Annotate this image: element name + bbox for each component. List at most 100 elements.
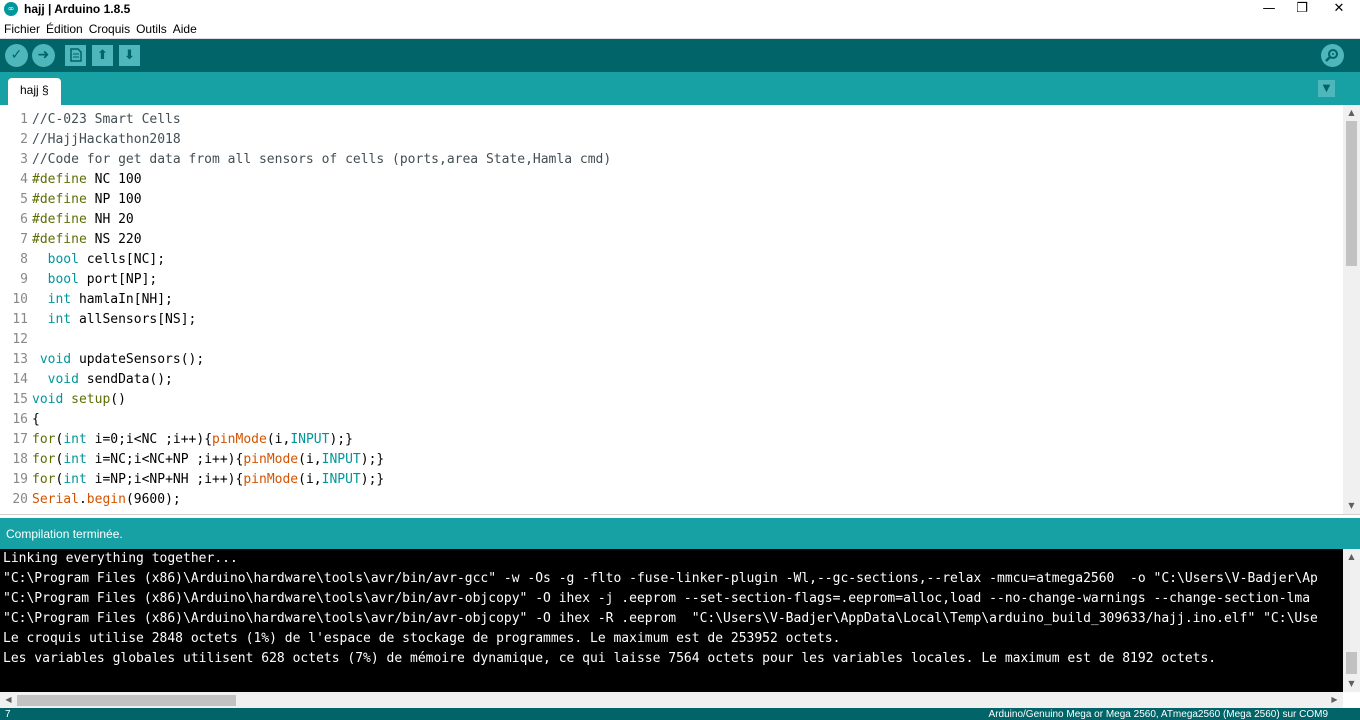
window-title: hajj | Arduino 1.8.5 — [24, 2, 131, 16]
line-number: 3 — [20, 152, 28, 167]
console-lines: Linking everything together... "C:\Progra… — [3, 549, 1341, 669]
code-token: #define — [32, 172, 87, 187]
code-token: updateSensors(); — [71, 352, 205, 367]
line-number: 18 — [12, 452, 28, 467]
code-token: INPUT — [321, 472, 361, 487]
new-sketch-button[interactable] — [65, 45, 86, 66]
code-token: pinMode — [243, 452, 299, 467]
console-scroll-thumb[interactable] — [1346, 652, 1357, 674]
code-line[interactable]: bool port[NP]; — [32, 270, 611, 290]
line-number: 16 — [12, 412, 28, 427]
console-horizontal-scrollbar[interactable]: ◀ ▶ — [0, 692, 1343, 708]
scroll-right-icon[interactable]: ▶ — [1326, 692, 1343, 708]
code-token: );} — [329, 432, 353, 447]
line-number: 13 — [12, 352, 28, 367]
code-token: () — [110, 392, 126, 407]
code-line[interactable]: for(int i=NC;i<NC+NP ;i++){pinMode(i,INP… — [32, 450, 611, 470]
code-line[interactable]: #define NS 220 — [32, 230, 611, 250]
code-token: void — [32, 392, 64, 407]
console-vertical-scrollbar[interactable]: ▲ ▼ — [1343, 549, 1360, 692]
serial-monitor-button[interactable] — [1321, 44, 1344, 67]
code-token: int — [47, 312, 72, 327]
status-bar: Compilation terminée. — [0, 518, 1360, 549]
console-line: Linking everything together... — [3, 551, 238, 566]
scroll-down-icon[interactable]: ▼ — [1343, 498, 1360, 514]
editor-vertical-scrollbar[interactable]: ▲ ▼ — [1343, 105, 1360, 514]
open-icon: ⬆ — [97, 48, 108, 63]
menu-edition[interactable]: Édition — [43, 20, 86, 38]
code-token: i=NC;i<NC+NP ;i++){ — [86, 452, 244, 467]
code-editor[interactable]: 1 2 3 4 5 6 7 8 9 10 11 12 13 14 15 16 17 18 19 20 //C-023 … — [0, 105, 1360, 514]
scroll-up-icon[interactable]: ▲ — [1343, 105, 1360, 121]
close-button[interactable]: ✕ — [1316, 0, 1360, 20]
code-token: NC 100 — [86, 172, 142, 187]
code-token: Serial — [32, 492, 79, 507]
code-line[interactable]: #define NH 20 — [32, 210, 611, 230]
code-line[interactable]: bool cells[NC]; — [32, 250, 611, 270]
scroll-down-icon[interactable]: ▼ — [1343, 676, 1360, 692]
code-line[interactable]: //HajjHackathon2018 — [32, 130, 611, 150]
code-token: cells[NC]; — [78, 252, 166, 267]
console-output: Linking everything together... "C:\Progra… — [0, 549, 1360, 692]
code-line[interactable]: int allSensors[NS]; — [32, 310, 611, 330]
footer-bar: 7 Arduino/Genuino Mega or Mega 2560, ATm… — [0, 708, 1360, 720]
menu-croquis[interactable]: Croquis — [86, 20, 133, 38]
code-line[interactable]: int hamlaIn[NH]; — [32, 290, 611, 310]
code-token: bool — [47, 272, 79, 287]
menu-bar: Fichier Édition Croquis Outils Aide — [0, 20, 1360, 39]
line-number: 7 — [20, 232, 28, 247]
code-token: NS 220 — [86, 232, 142, 247]
verify-button[interactable]: ✓ — [5, 44, 28, 67]
cursor-line-number: 7 — [5, 709, 11, 720]
code-token: //C-023 Smart Cells — [32, 112, 181, 127]
code-line[interactable]: for(int i=NP;i<NP+NH ;i++){pinMode(i,INP… — [32, 470, 611, 490]
code-line[interactable]: void sendData(); — [32, 370, 611, 390]
code-line[interactable]: for(int i=0;i<NC ;i++){pinMode(i,INPUT);… — [32, 430, 611, 450]
save-sketch-button[interactable]: ⬇ — [119, 45, 140, 66]
code-token: { — [32, 412, 40, 427]
line-number: 10 — [12, 292, 28, 307]
code-token: for — [32, 452, 56, 467]
code-line[interactable]: Serial.begin(9600); — [32, 490, 611, 510]
save-icon: ⬇ — [124, 48, 135, 63]
open-sketch-button[interactable]: ⬆ — [92, 45, 113, 66]
tab-menu-button[interactable]: ▼ — [1318, 80, 1335, 97]
code-token: int — [47, 292, 72, 307]
menu-fichier[interactable]: Fichier — [0, 20, 43, 38]
line-number: 19 — [12, 472, 28, 487]
code-token: int — [63, 432, 87, 447]
code-line[interactable]: void setup() — [32, 390, 611, 410]
code-token: (9600); — [125, 492, 181, 507]
code-line[interactable]: //Code for get data from all sensors of … — [32, 150, 611, 170]
upload-button[interactable]: ➜ — [32, 44, 55, 67]
editor-scroll-thumb[interactable] — [1346, 121, 1357, 266]
scroll-left-icon[interactable]: ◀ — [0, 692, 17, 708]
line-number: 17 — [12, 432, 28, 447]
code-line[interactable]: { — [32, 410, 611, 430]
menu-outils[interactable]: Outils — [133, 20, 170, 38]
tab-hajj[interactable]: hajj § — [8, 78, 61, 105]
new-icon — [69, 48, 82, 62]
line-number: 4 — [20, 172, 28, 187]
console-line: Les variables globales utilisent 628 oct… — [3, 651, 1217, 666]
code-line[interactable]: #define NC 100 — [32, 170, 611, 190]
code-token: (i, — [266, 432, 291, 447]
serial-monitor-icon — [1325, 49, 1338, 62]
code-token: setup — [71, 392, 111, 407]
scroll-up-icon[interactable]: ▲ — [1343, 549, 1360, 565]
code-token: pinMode — [212, 432, 267, 447]
code-token: (i, — [298, 472, 322, 487]
code-token: INPUT — [321, 452, 361, 467]
console-hscroll-thumb[interactable] — [17, 695, 236, 706]
code-area[interactable]: //C-023 Smart Cells //HajjHackathon2018 //… — [32, 110, 611, 510]
console-line: "C:\Program Files (x86)\Arduino\hardware… — [3, 611, 1318, 626]
code-line[interactable]: void updateSensors(); — [32, 350, 611, 370]
code-line[interactable]: #define NP 100 — [32, 190, 611, 210]
line-number: 20 — [12, 492, 28, 507]
code-token: for — [32, 472, 56, 487]
code-token: int — [63, 452, 87, 467]
code-line[interactable]: //C-023 Smart Cells — [32, 110, 611, 130]
code-line[interactable] — [32, 330, 611, 350]
menu-aide[interactable]: Aide — [170, 20, 200, 38]
